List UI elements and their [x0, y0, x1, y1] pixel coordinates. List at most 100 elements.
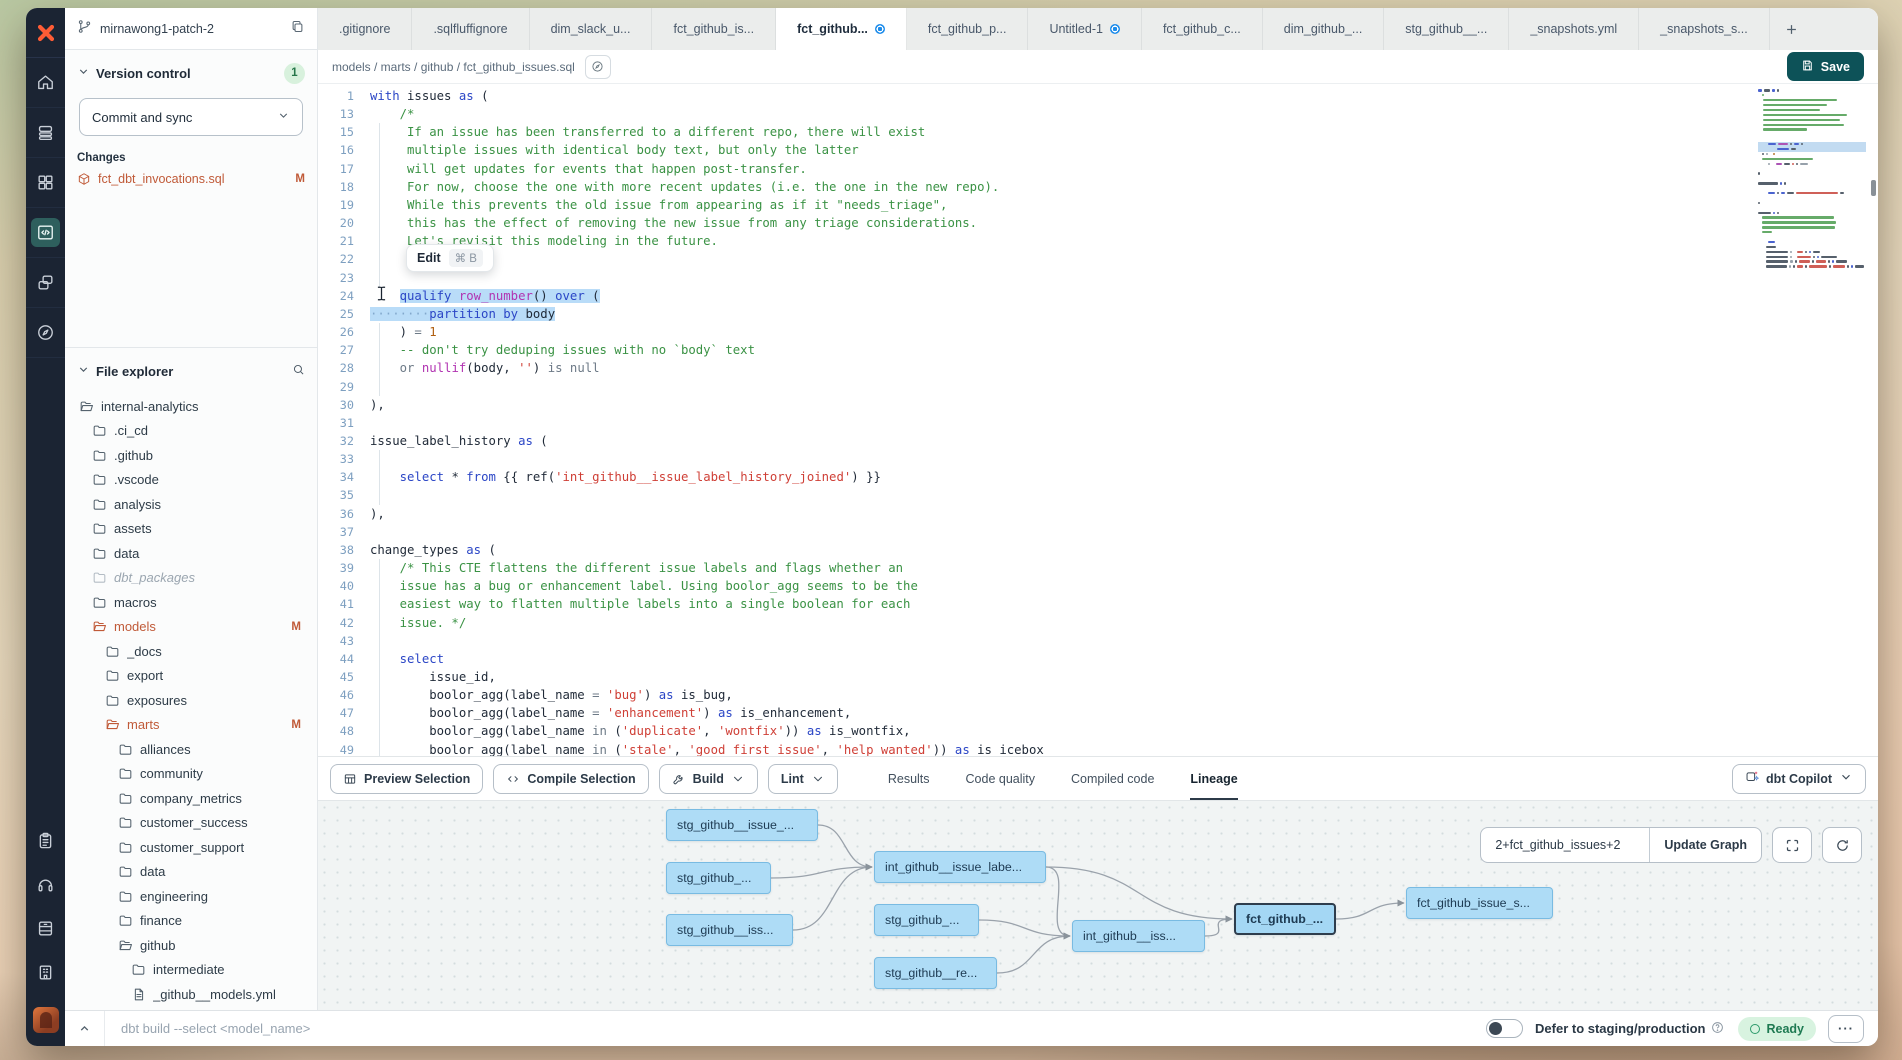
- editor-tab-fct_github...[interactable]: fct_github...: [776, 8, 907, 50]
- rail-item-warehouse-drawer[interactable]: [26, 906, 65, 950]
- editor-tab-.sqlfluffignore[interactable]: .sqlfluffignore: [412, 8, 529, 50]
- file-tree-item-assets[interactable]: assets: [77, 517, 305, 542]
- result-tab-lineage[interactable]: Lineage: [1190, 757, 1237, 800]
- version-control-header[interactable]: Version control 1: [77, 60, 305, 86]
- result-tab-compiled-code[interactable]: Compiled code: [1071, 757, 1154, 800]
- rail-item-deploy-stack[interactable]: [26, 108, 65, 158]
- user-avatar[interactable]: [26, 994, 65, 1046]
- build-button[interactable]: Build: [659, 764, 758, 794]
- file-tree-item-data[interactable]: data: [77, 860, 305, 885]
- result-tab-code-quality[interactable]: Code quality: [966, 757, 1036, 800]
- file-tree-item-community[interactable]: community: [77, 762, 305, 787]
- lineage-node-stg_github__issue_...[interactable]: stg_github__issue_...: [666, 809, 818, 841]
- compile-selection-button[interactable]: Compile Selection: [493, 764, 648, 794]
- file-tree-item-macros[interactable]: macros: [77, 590, 305, 615]
- file-explorer-header[interactable]: File explorer: [77, 358, 305, 384]
- notes-clipboard-icon: [36, 831, 55, 850]
- editor-tab-dim_github_...[interactable]: dim_github_...: [1263, 8, 1385, 50]
- expand-command-bar-button[interactable]: [65, 1011, 105, 1046]
- dbt-logo[interactable]: [26, 8, 65, 58]
- code-line-48: 48 boolor_agg(label_name in ('duplicate'…: [318, 722, 1878, 740]
- help-icon[interactable]: [1711, 1021, 1724, 1037]
- file-tree-item-customer_support[interactable]: customer_support: [77, 835, 305, 860]
- lineage-node-fct_github_...[interactable]: fct_github_...: [1234, 903, 1336, 935]
- rail-item-apps-grid[interactable]: [26, 158, 65, 208]
- save-button[interactable]: Save: [1787, 52, 1864, 81]
- file-tree-item-export[interactable]: export: [77, 664, 305, 689]
- file-tree-item-internal-analytics[interactable]: internal-analytics: [77, 394, 305, 419]
- edit-popup-label[interactable]: Edit: [417, 251, 441, 265]
- file-tree-item-.ci_cd[interactable]: .ci_cd: [77, 419, 305, 444]
- refresh-button[interactable]: [1822, 827, 1862, 863]
- fullscreen-button[interactable]: [1772, 827, 1812, 863]
- rail-item-develop-code[interactable]: [26, 208, 65, 258]
- dbt-copilot-button[interactable]: dbt Copilot: [1732, 764, 1866, 794]
- file-tree-item-engineering[interactable]: engineering: [77, 884, 305, 909]
- copy-icon[interactable]: [290, 19, 305, 39]
- file-tree-item-_github__models.yml[interactable]: _github__models.yml: [77, 982, 305, 1007]
- editor-tab-fct_github_p...[interactable]: fct_github_p...: [907, 8, 1029, 50]
- editor-scrollbar[interactable]: [1871, 180, 1876, 196]
- search-icon[interactable]: [292, 363, 305, 379]
- code-editor[interactable]: 1with issues as (13 /*15 If an issue has…: [318, 84, 1878, 756]
- file-tree-item-models[interactable]: modelsM: [77, 615, 305, 640]
- code-line-26: 26 ) = 1: [318, 323, 1878, 341]
- update-graph-button[interactable]: Update Graph: [1649, 828, 1761, 862]
- editor-tab-_snapshots.yml[interactable]: _snapshots.yml: [1509, 8, 1639, 50]
- file-tree-item-analysis[interactable]: analysis: [77, 492, 305, 517]
- command-input[interactable]: dbt build --select <model_name>: [121, 1021, 1486, 1036]
- edit-popup[interactable]: Edit ⌘ B: [406, 244, 494, 272]
- editor-tab-dim_slack_u...[interactable]: dim_slack_u...: [530, 8, 653, 50]
- editor-tab-.gitignore[interactable]: .gitignore: [318, 8, 412, 50]
- branch-header[interactable]: mirnawong1-patch-2: [65, 8, 317, 50]
- lineage-node-stg_github_...[interactable]: stg_github_...: [874, 904, 979, 936]
- file-tree-item-company_metrics[interactable]: company_metrics: [77, 786, 305, 811]
- modified-badge: M: [291, 719, 301, 731]
- lineage-node-stg_github__iss...[interactable]: stg_github__iss...: [666, 914, 793, 946]
- file-tree-item-intermediate[interactable]: intermediate: [77, 958, 305, 983]
- file-tree-item-.vscode[interactable]: .vscode: [77, 468, 305, 493]
- commit-and-sync-button[interactable]: Commit and sync: [79, 98, 303, 136]
- rail-item-home[interactable]: [26, 58, 65, 108]
- code-line-45: 45 issue_id,: [318, 668, 1878, 686]
- file-tree-item-finance[interactable]: finance: [77, 909, 305, 934]
- rail-item-support-headphones[interactable]: [26, 862, 65, 906]
- file-tree-item-_docs[interactable]: _docs: [77, 639, 305, 664]
- editor-minimap[interactable]: [1758, 88, 1866, 269]
- file-tree-item-dbt_packages[interactable]: dbt_packages: [77, 566, 305, 591]
- editor-tab-fct_github_is...[interactable]: fct_github_is...: [652, 8, 776, 50]
- editor-tab-fct_github_c...[interactable]: fct_github_c...: [1142, 8, 1263, 50]
- changed-file-row[interactable]: fct_dbt_invocations.sqlM: [77, 172, 305, 186]
- modified-badge: M: [295, 173, 305, 185]
- defer-toggle[interactable]: [1486, 1019, 1523, 1038]
- preview-selection-button[interactable]: Preview Selection: [330, 764, 483, 794]
- file-tree-item-marts[interactable]: martsM: [77, 713, 305, 738]
- file-tree-item-data[interactable]: data: [77, 541, 305, 566]
- open-docs-compass-button[interactable]: [585, 55, 611, 79]
- lineage-node-stg_github_...[interactable]: stg_github_...: [666, 862, 771, 894]
- lineage-node-fct_github_issue_s...[interactable]: fct_github_issue_s...: [1406, 887, 1553, 919]
- lineage-selector-input[interactable]: 2+fct_github_issues+2: [1481, 828, 1649, 862]
- new-tab-button[interactable]: [1770, 8, 1813, 50]
- file-tree-item-alliances[interactable]: alliances: [77, 737, 305, 762]
- result-tab-results[interactable]: Results: [888, 757, 930, 800]
- more-options-button[interactable]: ···: [1828, 1015, 1864, 1043]
- lint-button[interactable]: Lint: [768, 764, 838, 794]
- code-line-40: 40 issue has a bug or enhancement label.…: [318, 577, 1878, 595]
- editor-tab-_snapshots_s...[interactable]: _snapshots_s...: [1639, 8, 1770, 50]
- rail-item-organization-building[interactable]: [26, 950, 65, 994]
- editor-tab-Untitled-1[interactable]: Untitled-1: [1028, 8, 1142, 50]
- file-tree-item-github[interactable]: github: [77, 933, 305, 958]
- code-line-37: 37: [318, 523, 1878, 541]
- ide-status-badge[interactable]: Ready: [1738, 1017, 1816, 1041]
- file-tree-item-.github[interactable]: .github: [77, 443, 305, 468]
- editor-tab-stg_github__...[interactable]: stg_github__...: [1384, 8, 1509, 50]
- rail-item-notes-clipboard[interactable]: [26, 818, 65, 862]
- file-tree-item-customer_success[interactable]: customer_success: [77, 811, 305, 836]
- file-tree-item-exposures[interactable]: exposures: [77, 688, 305, 713]
- rail-item-orchestration-compass[interactable]: [26, 308, 65, 358]
- lineage-node-int_github__iss...[interactable]: int_github__iss...: [1072, 920, 1205, 952]
- lineage-node-int_github__issue_labe...[interactable]: int_github__issue_labe...: [874, 851, 1046, 883]
- rail-item-projects-windows[interactable]: [26, 258, 65, 308]
- lineage-node-stg_github__re...[interactable]: stg_github__re...: [874, 957, 997, 989]
